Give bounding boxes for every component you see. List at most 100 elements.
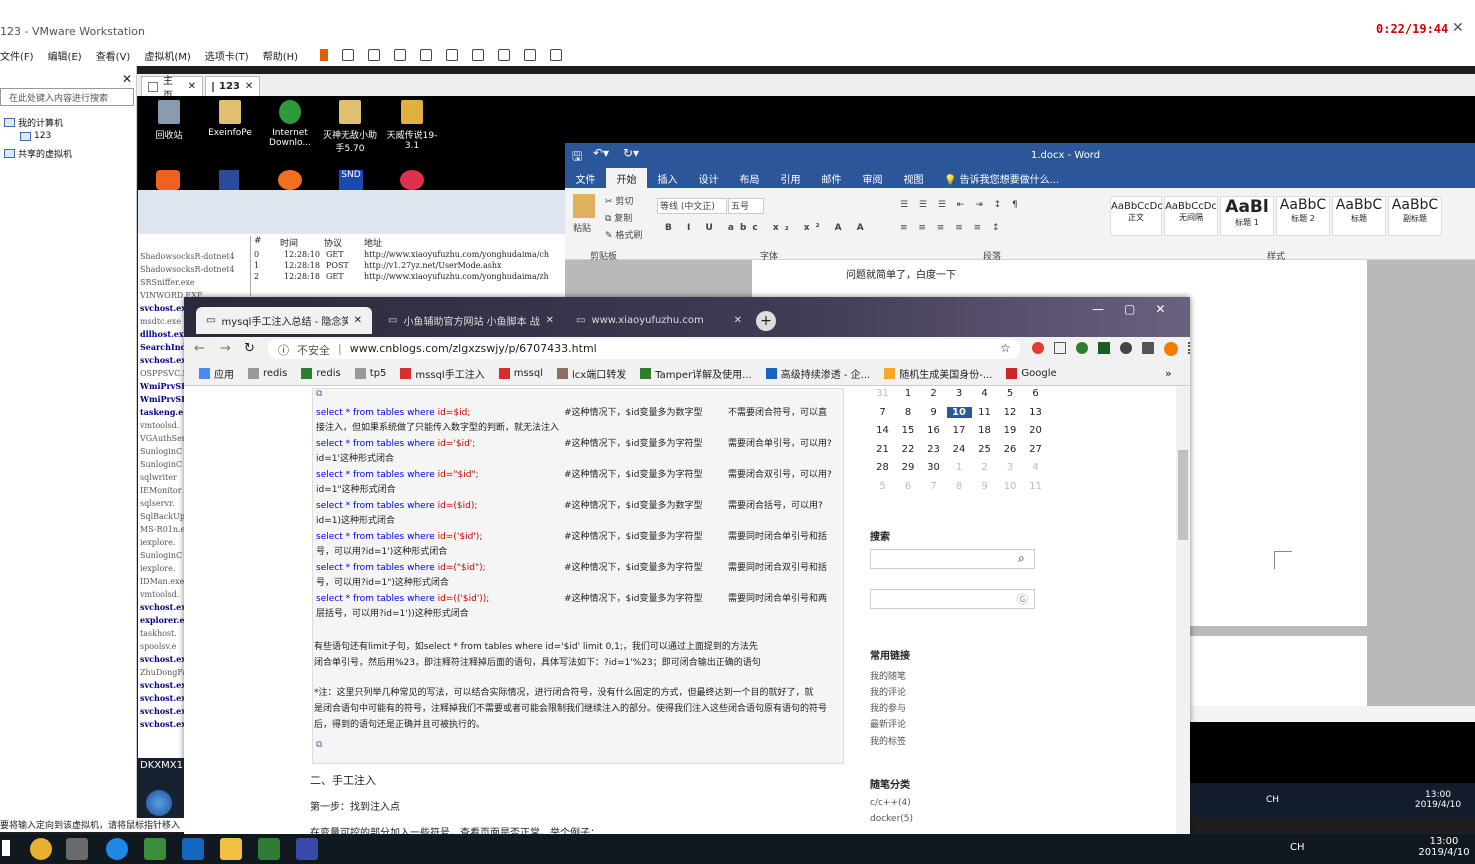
- calendar-day[interactable]: 14: [870, 425, 895, 436]
- search-icon[interactable]: ⌕: [1018, 551, 1025, 566]
- calendar-day[interactable]: 11: [972, 407, 997, 418]
- process-item[interactable]: ShadowsocksR-dotnet4: [140, 263, 236, 276]
- calendar-day[interactable]: 7: [870, 407, 895, 418]
- calendar-day[interactable]: 17: [947, 425, 972, 436]
- font-name-select[interactable]: 等线 (中文正): [657, 198, 727, 214]
- style-subtitle[interactable]: AaBbC 副标题: [1388, 196, 1442, 236]
- app-taskbar-icon[interactable]: [258, 838, 280, 860]
- category-link[interactable]: docker(5): [870, 814, 913, 824]
- tree-shared-vms[interactable]: 共享的虚拟机: [4, 147, 72, 160]
- desktop-icon-exeinfope[interactable]: ExeinfoPe: [200, 100, 260, 138]
- bookmark-item[interactable]: mssql手工注入: [393, 366, 491, 381]
- style-no-spacing[interactable]: AaBbCcDc 无间隔: [1164, 196, 1218, 236]
- google-icon[interactable]: Ⓖ: [1017, 591, 1028, 607]
- table-row[interactable]: 0 12:28:10 GET http://www.xiaoyufuzhu.com/y…: [250, 250, 568, 261]
- undo-icon[interactable]: ↶▾: [593, 146, 609, 160]
- calendar-day[interactable]: 24: [947, 444, 972, 455]
- calendar-day[interactable]: 6: [1023, 388, 1048, 399]
- tree-my-computer[interactable]: 我的计算机: [4, 116, 63, 129]
- copy-code-icon[interactable]: ⧉: [316, 740, 322, 750]
- col-protocol[interactable]: 协议: [324, 236, 364, 249]
- app-taskbar-icon[interactable]: [106, 838, 128, 860]
- font-format-buttons[interactable]: B I U abc x₂ x² A A: [665, 223, 870, 233]
- window-controls[interactable]: —▢✕: [1092, 302, 1185, 316]
- calendar-day[interactable]: 5: [870, 481, 895, 492]
- calendar-day[interactable]: 26: [998, 444, 1023, 455]
- bookmark-item[interactable]: tp5: [348, 368, 394, 379]
- style-normal[interactable]: AaBbCcDc 正文: [1110, 196, 1163, 236]
- desktop-icon-tianwei[interactable]: 天威传说19-3.1: [382, 100, 442, 151]
- menu-vm[interactable]: 虚拟机(M): [144, 48, 190, 63]
- calendar-day[interactable]: 9: [972, 481, 997, 492]
- calendar-day[interactable]: 4: [1023, 462, 1048, 473]
- calendar-day[interactable]: 31: [870, 388, 895, 399]
- blog-search-input[interactable]: [870, 549, 1035, 569]
- tab-view[interactable]: 视图: [893, 168, 934, 188]
- chrome-taskbar-icon[interactable]: [30, 838, 52, 860]
- calendar-day[interactable]: 2: [972, 462, 997, 473]
- manage-snapshots-icon[interactable]: [420, 49, 433, 61]
- browser-tab-active[interactable]: ▭ mysql手工注入总结 - 隐念笑 - 博 ✕: [196, 307, 372, 334]
- redo-icon[interactable]: ↻▾: [623, 146, 639, 160]
- calendar-day[interactable]: 12: [998, 407, 1023, 418]
- bookmark-item[interactable]: 应用: [192, 366, 241, 381]
- calendar-day[interactable]: 16: [921, 425, 946, 436]
- link-my-posts[interactable]: 我的随笔: [870, 669, 906, 682]
- snapshot-icon[interactable]: [368, 49, 381, 61]
- tab-references[interactable]: 引用: [770, 168, 811, 188]
- bookmark-item[interactable]: 高级持续渗透 - 企...: [759, 366, 878, 381]
- notepad-taskbar-icon[interactable]: [144, 838, 166, 860]
- close-icon[interactable]: ✕: [1452, 20, 1464, 36]
- calendar-day[interactable]: 10: [998, 481, 1023, 492]
- calendar-day[interactable]: 20: [1023, 425, 1048, 436]
- bookmark-item[interactable]: redis: [241, 368, 294, 379]
- calendar-day[interactable]: 18: [972, 425, 997, 436]
- cut-button[interactable]: ✂ 剪切: [605, 194, 633, 207]
- table-row[interactable]: 1 12:28:18 POST http://v1.27yz.net/UserMode…: [250, 261, 568, 272]
- app-taskbar-icon[interactable]: [296, 838, 318, 860]
- forward-icon[interactable]: →: [220, 341, 231, 356]
- bookmark-star-icon[interactable]: ☆: [1000, 341, 1011, 355]
- calendar-day[interactable]: 10: [946, 406, 972, 418]
- bookmark-item[interactable]: Google: [999, 368, 1063, 379]
- browser-tab[interactable]: ▭ www.xiaoyufuzhu.com ✕: [566, 307, 752, 334]
- calendar-day[interactable]: 8: [947, 481, 972, 492]
- pause-icon[interactable]: [320, 49, 329, 61]
- extension-icon[interactable]: [1120, 342, 1132, 354]
- align-buttons[interactable]: ≡ ≡ ≡ ≡ ≡ ↕: [900, 223, 1004, 233]
- tab-vm-123[interactable]: 123 ✕: [205, 76, 260, 96]
- calendar-day[interactable]: 7: [921, 481, 946, 492]
- close-icon[interactable]: ✕: [546, 315, 554, 326]
- close-icon[interactable]: ✕: [245, 81, 253, 92]
- scrollbar-thumb[interactable]: [1178, 450, 1188, 540]
- col-index[interactable]: #: [250, 236, 280, 248]
- google-search-input[interactable]: [870, 589, 1035, 609]
- calendar-day[interactable]: 4: [972, 388, 997, 399]
- calendar-day[interactable]: 25: [972, 444, 997, 455]
- profile-avatar[interactable]: [1164, 342, 1178, 356]
- bookmark-item[interactable]: Tamper详解及使用...: [633, 366, 758, 381]
- app-icon-music[interactable]: [400, 170, 424, 190]
- fullscreen-icon[interactable]: [498, 49, 511, 61]
- reload-icon[interactable]: ↻: [244, 341, 255, 356]
- app-icon-orange[interactable]: [156, 170, 180, 190]
- calendar-day[interactable]: 21: [870, 444, 895, 455]
- link-latest-comments[interactable]: 最新评论: [870, 717, 906, 730]
- paste-icon[interactable]: [573, 194, 595, 218]
- calendar-day[interactable]: 13: [1023, 407, 1048, 418]
- link-my-comments[interactable]: 我的评论: [870, 685, 906, 698]
- link-my-participation[interactable]: 我的参与: [870, 701, 906, 714]
- menu-help[interactable]: 帮助(H): [263, 48, 298, 63]
- tab-mailings[interactable]: 邮件: [811, 168, 852, 188]
- tab-home[interactable]: 主页✕: [141, 76, 203, 102]
- bookmark-item[interactable]: lcx端口转发: [550, 366, 633, 381]
- calendar-day[interactable]: 1: [896, 388, 921, 399]
- app-icon-gear[interactable]: [278, 170, 302, 190]
- calendar-day[interactable]: 3: [947, 388, 972, 399]
- close-icon[interactable]: ✕: [734, 315, 742, 326]
- extension-icon[interactable]: [1142, 342, 1154, 354]
- app-icon-snd[interactable]: SND: [339, 170, 363, 190]
- browser-tab[interactable]: ▭ 小鱼辅助官方网站 小鱼脚本 战天 ✕: [378, 307, 564, 334]
- app-icon-book[interactable]: [219, 170, 239, 190]
- tree-vm-123[interactable]: 123: [20, 131, 51, 141]
